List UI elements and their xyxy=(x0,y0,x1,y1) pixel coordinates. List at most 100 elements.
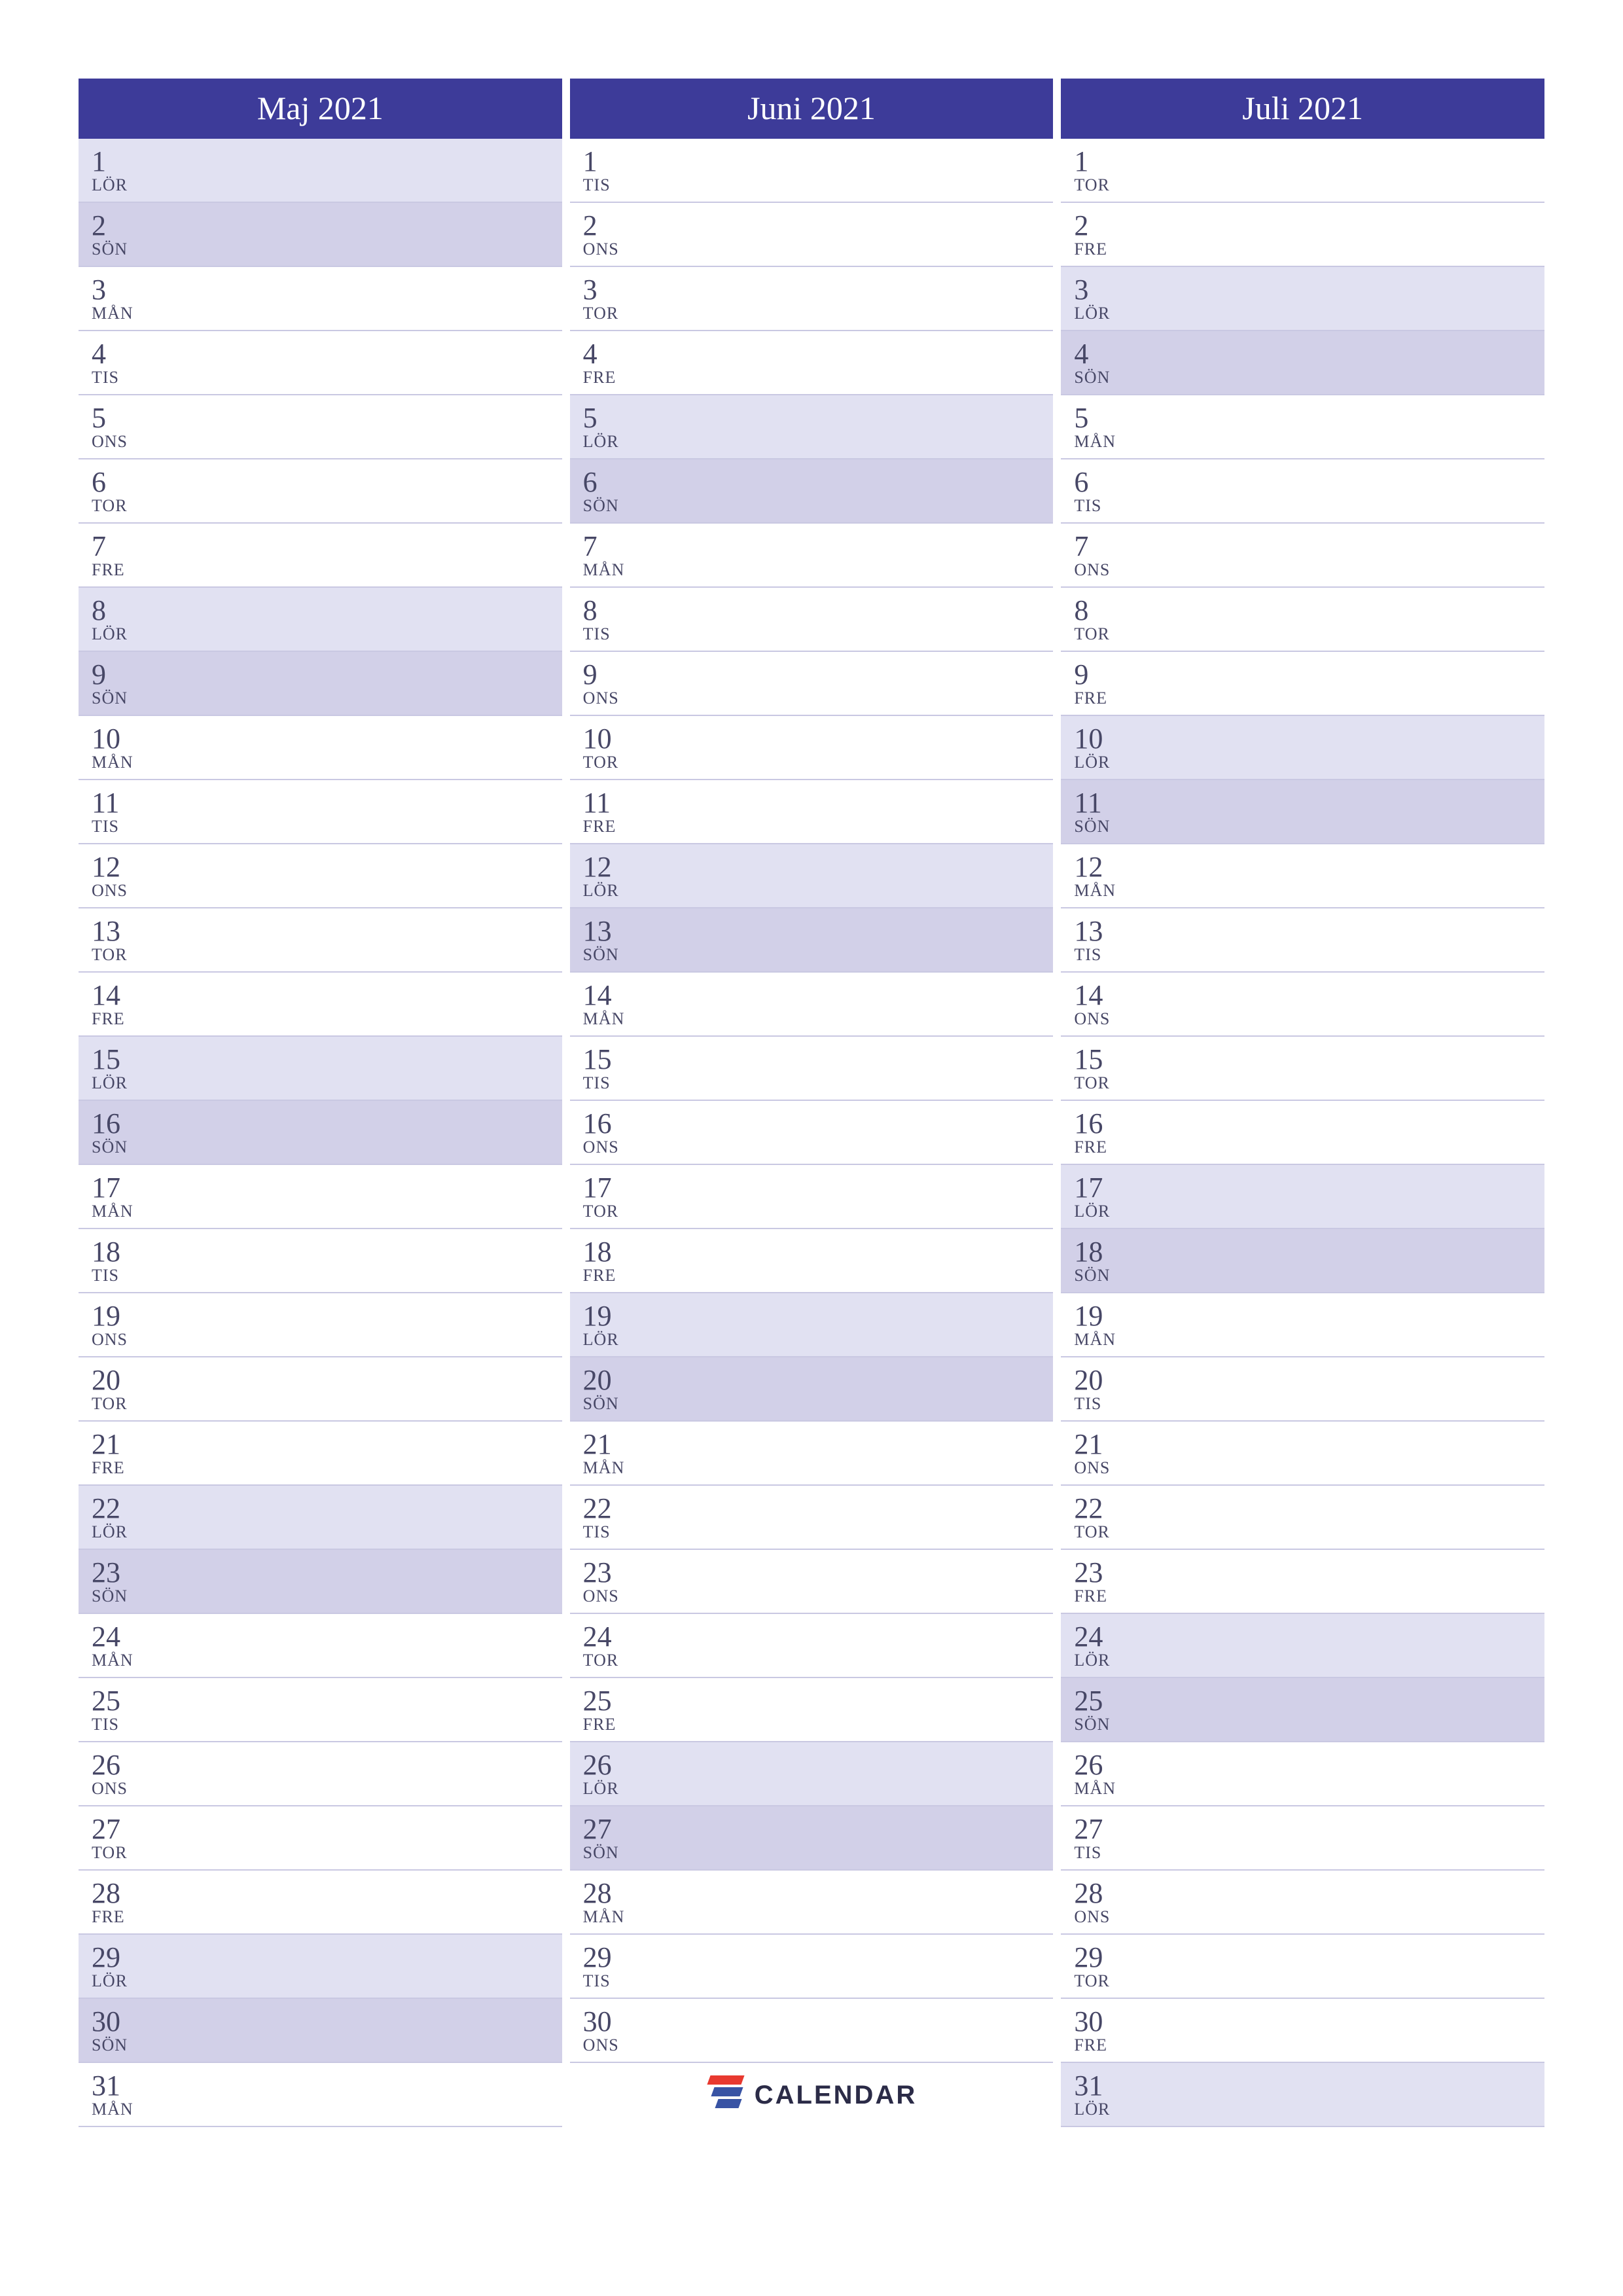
day-number: 27 xyxy=(1074,1814,1544,1844)
day-number: 8 xyxy=(583,596,1054,626)
day-cell: 13TIS xyxy=(1061,908,1544,973)
day-cell: 7ONS xyxy=(1061,524,1544,588)
day-cell: 19MÅN xyxy=(1061,1293,1544,1357)
day-cell: 11TIS xyxy=(79,780,562,844)
day-abbr: LÖR xyxy=(1074,753,1544,772)
day-number: 28 xyxy=(1074,1878,1544,1909)
day-abbr: LÖR xyxy=(92,624,562,644)
day-number: 20 xyxy=(92,1365,562,1395)
day-abbr: TIS xyxy=(92,817,562,836)
day-number: 16 xyxy=(92,1109,562,1139)
day-number: 3 xyxy=(1074,275,1544,305)
day-cell: 5LÖR xyxy=(570,395,1054,459)
day-abbr: TIS xyxy=(583,175,1054,195)
day-abbr: FRE xyxy=(1074,1587,1544,1606)
day-number: 16 xyxy=(583,1109,1054,1139)
day-abbr: TIS xyxy=(92,368,562,387)
day-cell: 21MÅN xyxy=(570,1422,1054,1486)
day-number: 5 xyxy=(1074,403,1544,433)
day-abbr: SÖN xyxy=(92,2036,562,2055)
day-abbr: TIS xyxy=(92,1715,562,1734)
day-abbr: ONS xyxy=(1074,560,1544,580)
day-abbr: SÖN xyxy=(583,945,1054,965)
day-abbr: FRE xyxy=(92,560,562,580)
month-column: Maj 20211LÖR2SÖN3MÅN4TIS5ONS6TOR7FRE8LÖR… xyxy=(79,79,562,2244)
day-number: 30 xyxy=(1074,2007,1544,2037)
day-cell: 31LÖR xyxy=(1061,2063,1544,2127)
day-cell: 28FRE xyxy=(79,1871,562,1935)
day-cell: 26LÖR xyxy=(570,1742,1054,1806)
day-number: 26 xyxy=(583,1750,1054,1780)
day-abbr: LÖR xyxy=(583,432,1054,452)
day-cell: 2ONS xyxy=(570,203,1054,267)
day-abbr: LÖR xyxy=(583,881,1054,901)
day-abbr: TOR xyxy=(1074,1971,1544,1991)
day-cell: 21ONS xyxy=(1061,1422,1544,1486)
day-number: 1 xyxy=(1074,147,1544,177)
day-number: 15 xyxy=(583,1045,1054,1075)
day-number: 8 xyxy=(1074,596,1544,626)
day-number: 28 xyxy=(92,1878,562,1909)
day-number: 5 xyxy=(92,403,562,433)
month-column: Juni 20211TIS2ONS3TOR4FRE5LÖR6SÖN7MÅN8TI… xyxy=(570,79,1054,2244)
day-abbr: TOR xyxy=(583,1202,1054,1221)
day-abbr: TIS xyxy=(92,1266,562,1285)
day-number: 26 xyxy=(1074,1750,1544,1780)
day-number: 19 xyxy=(583,1301,1054,1331)
day-abbr: SÖN xyxy=(1074,817,1544,836)
day-number: 23 xyxy=(583,1558,1054,1588)
day-number: 13 xyxy=(583,916,1054,946)
day-cell: 15TOR xyxy=(1061,1037,1544,1101)
brand-logo: CALENDAR xyxy=(570,2063,1054,2127)
day-abbr: LÖR xyxy=(583,1330,1054,1350)
day-cell: 17LÖR xyxy=(1061,1165,1544,1229)
day-abbr: FRE xyxy=(1074,2036,1544,2055)
day-abbr: FRE xyxy=(1074,240,1544,259)
day-number: 5 xyxy=(583,403,1054,433)
day-abbr: TIS xyxy=(1074,1394,1544,1414)
day-abbr: ONS xyxy=(92,881,562,901)
day-cell: 18FRE xyxy=(570,1229,1054,1293)
day-abbr: MÅN xyxy=(92,304,562,323)
day-cell: 29TIS xyxy=(570,1935,1054,1999)
day-cell: 26MÅN xyxy=(1061,1742,1544,1806)
day-abbr: FRE xyxy=(583,368,1054,387)
day-abbr: FRE xyxy=(92,1907,562,1927)
day-cell: 30SÖN xyxy=(79,1999,562,2063)
day-abbr: MÅN xyxy=(583,560,1054,580)
day-abbr: MÅN xyxy=(1074,432,1544,452)
day-abbr: MÅN xyxy=(1074,1330,1544,1350)
day-abbr: TIS xyxy=(583,1971,1054,1991)
day-number: 22 xyxy=(583,1494,1054,1524)
day-abbr: TOR xyxy=(1074,1522,1544,1542)
day-abbr: FRE xyxy=(583,1715,1054,1734)
day-abbr: ONS xyxy=(583,689,1054,708)
day-abbr: TOR xyxy=(583,753,1054,772)
day-cell: 28ONS xyxy=(1061,1871,1544,1935)
day-abbr: LÖR xyxy=(92,1073,562,1093)
day-cell: 19LÖR xyxy=(570,1293,1054,1357)
day-cell: 1TIS xyxy=(570,139,1054,203)
day-cell: 22TIS xyxy=(570,1486,1054,1550)
day-number: 25 xyxy=(583,1686,1054,1716)
day-cell: 2SÖN xyxy=(79,203,562,267)
day-abbr: LÖR xyxy=(92,1522,562,1542)
day-cell: 25SÖN xyxy=(1061,1678,1544,1742)
day-number: 14 xyxy=(583,980,1054,1011)
day-abbr: ONS xyxy=(92,432,562,452)
day-number: 6 xyxy=(583,467,1054,497)
day-number: 12 xyxy=(92,852,562,882)
day-cell: 23ONS xyxy=(570,1550,1054,1614)
day-cell: 12LÖR xyxy=(570,844,1054,908)
day-cell: 10MÅN xyxy=(79,716,562,780)
day-abbr: FRE xyxy=(583,817,1054,836)
month-header: Juli 2021 xyxy=(1061,79,1544,139)
day-abbr: MÅN xyxy=(1074,1779,1544,1799)
day-number: 27 xyxy=(92,1814,562,1844)
day-cell: 4TIS xyxy=(79,331,562,395)
day-cell: 19ONS xyxy=(79,1293,562,1357)
day-number: 29 xyxy=(583,1943,1054,1973)
day-cell: 8TOR xyxy=(1061,588,1544,652)
day-number: 3 xyxy=(92,275,562,305)
day-number: 25 xyxy=(92,1686,562,1716)
